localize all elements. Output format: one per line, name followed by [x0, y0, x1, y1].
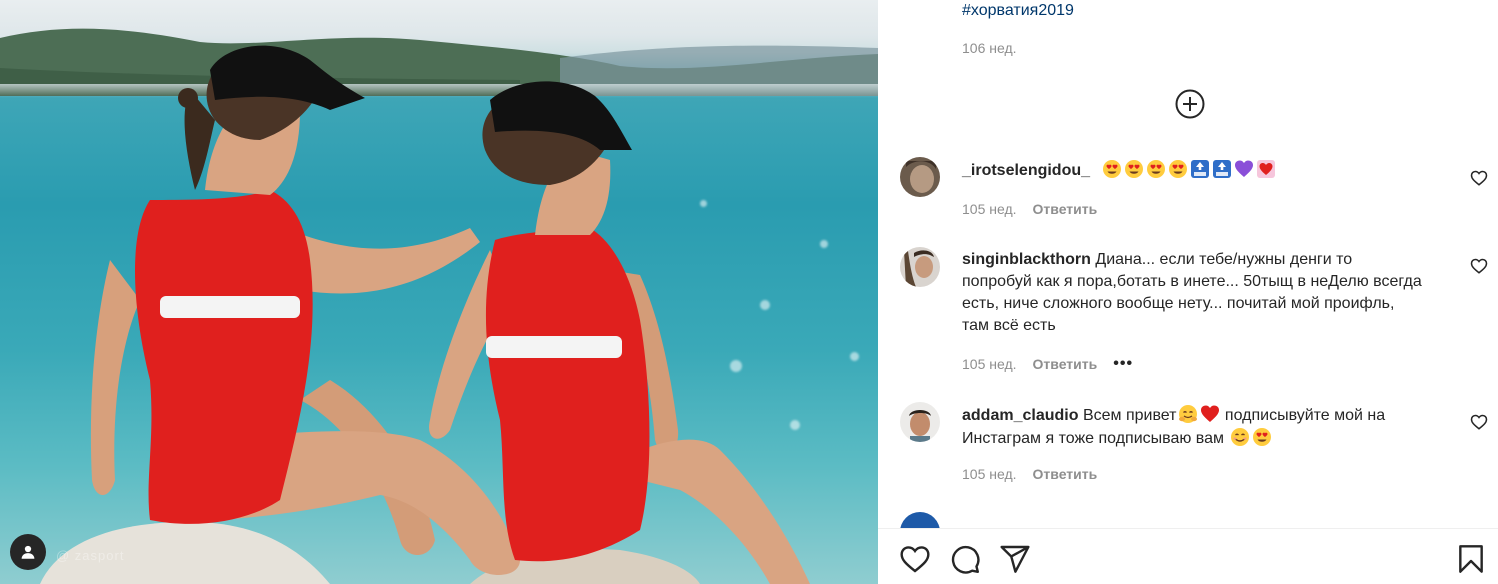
comment-meta: 105 нед. Ответить [962, 201, 1097, 217]
comment-meta: 105 нед. Ответить ••• [962, 355, 1133, 373]
comment-time: 105 нед. [962, 356, 1017, 372]
hug-emoji [1179, 405, 1198, 423]
comment-username[interactable]: singinblackthorn [962, 251, 1091, 268]
heart-decoration-emoji [1257, 160, 1276, 178]
comment-text-before: Всем привет [1082, 407, 1177, 424]
reply-button[interactable]: Ответить [1033, 356, 1098, 372]
top-arrow-emoji [1213, 160, 1232, 178]
bookmark-icon[interactable] [1455, 543, 1487, 575]
heart-eyes-emoji [1147, 160, 1166, 178]
post-actions-bar [878, 528, 1498, 584]
post-detail-panel: #хорватия2019 106 нед. _irotselengidou_ … [878, 0, 1498, 584]
heart-eyes-emoji [1253, 428, 1272, 446]
smile-emoji [1231, 428, 1250, 446]
heart-eyes-emoji [1103, 160, 1122, 178]
comment-body: singinblackthorn Диана... если тебе/нужн… [962, 249, 1422, 337]
purple-heart-emoji [1235, 160, 1254, 177]
comment-bubble-icon[interactable] [949, 543, 981, 575]
user-tag-icon[interactable] [10, 534, 46, 570]
red-heart-emoji [1201, 405, 1220, 422]
more-options-button[interactable]: ••• [1113, 355, 1133, 373]
comment-username[interactable]: _irotselengidou_ [962, 162, 1090, 179]
reply-button[interactable]: Ответить [1033, 466, 1098, 482]
heart-outline-icon[interactable] [1470, 257, 1488, 275]
comment-time: 105 нед. [962, 201, 1017, 217]
caption-timestamp: 106 нед. [962, 40, 1017, 56]
comment-meta: 105 нед. Ответить [962, 466, 1097, 482]
plus-circle-icon[interactable] [1175, 89, 1205, 119]
avatar[interactable] [900, 247, 940, 287]
reply-button[interactable]: Ответить [1033, 201, 1098, 217]
heart-eyes-emoji [1125, 160, 1144, 178]
heart-outline-icon[interactable] [1470, 413, 1488, 431]
avatar[interactable] [900, 512, 940, 528]
top-arrow-emoji [1191, 160, 1210, 178]
comment-partial [900, 512, 1480, 528]
heart-eyes-emoji [1169, 160, 1188, 178]
comment-body: addam_claudio Всем привет подписывуйте м… [962, 404, 1422, 450]
comment-emojis [1100, 160, 1276, 179]
photo-watermark: @ zasport [56, 548, 125, 563]
post-photo[interactable]: @ zasport [0, 0, 878, 584]
avatar[interactable] [900, 157, 940, 197]
two-swimmers-illustration [40, 45, 810, 584]
heart-outline-icon[interactable] [899, 543, 931, 575]
comment-username[interactable]: addam_claudio [962, 407, 1078, 424]
avatar[interactable] [900, 402, 940, 442]
comment-time: 105 нед. [962, 466, 1017, 482]
comment-body: _irotselengidou_ [962, 159, 1422, 182]
comment-body-cut [962, 518, 1442, 528]
caption-hashtag[interactable]: #хорватия2019 [962, 2, 1074, 20]
paper-plane-icon[interactable] [999, 543, 1031, 575]
heart-outline-icon[interactable] [1470, 169, 1488, 187]
